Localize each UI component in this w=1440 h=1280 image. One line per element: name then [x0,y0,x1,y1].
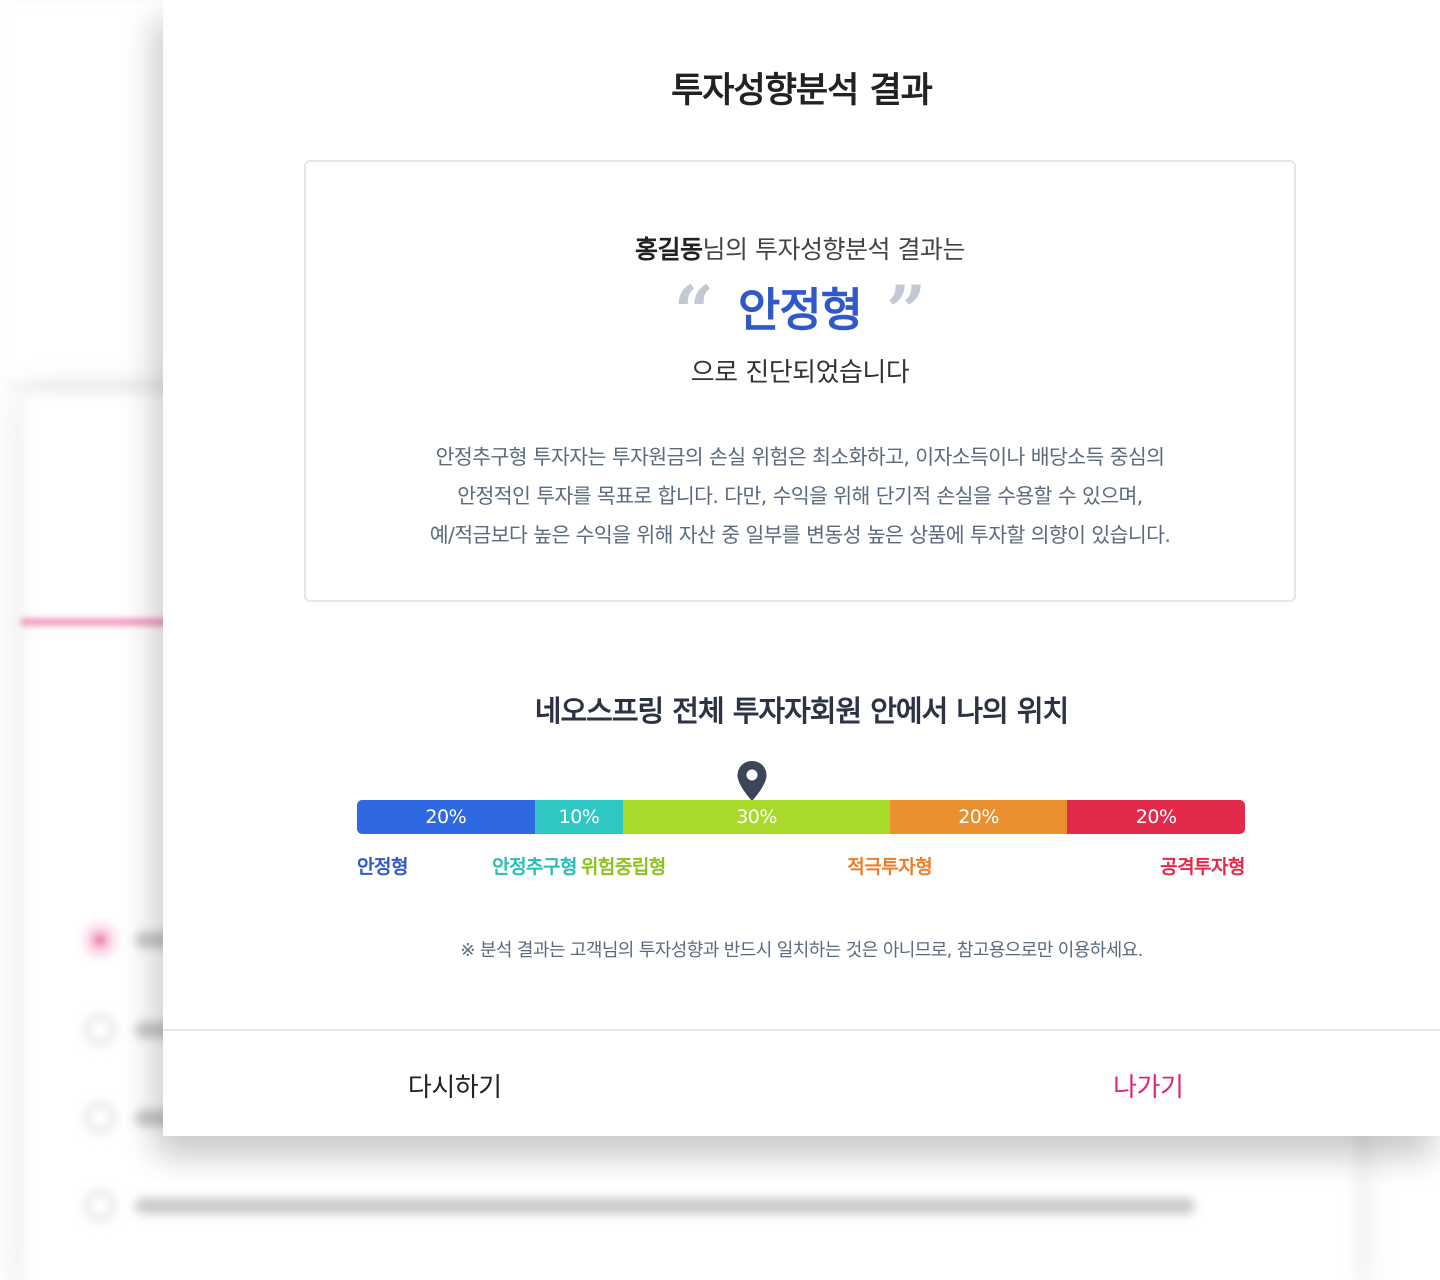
position-title: 네오스프링 전체 투자자회원 안에서 나의 위치 [534,694,1069,728]
background-progress-line [20,618,170,626]
type-label: 안정형 [357,856,408,878]
type-label: 위험중립형 [580,856,666,878]
location-pin-icon [737,761,767,801]
background-option [85,920,175,960]
diagnosis-text: 으로 진단되었습니다 [690,358,910,388]
exit-button[interactable]: 나가기 [777,1031,1440,1138]
open-quote-icon: “ [673,270,715,353]
bar-segment: 30% [623,800,890,834]
notice-text: ※ 분석 결과는 고객님의 투자성향과 반드시 일치하는 것은 아니므로, 참고… [460,940,1143,961]
bar-segment: 20% [357,800,535,834]
type-label: 적극투자형 [847,856,933,878]
description-line: 안정적인 투자를 목표로 합니다. 다만, 수익을 위해 단기적 손실을 수용할… [457,484,1143,508]
result-type: 안정형 [738,283,863,337]
description-line: 안정추구형 투자자는 투자원금의 손실 위험은 최소화하고, 이자소득이나 배당… [435,445,1165,469]
result-type-row: “ 안정형 ” [306,270,1294,353]
result-intro: 홍길동님의 투자성향분석 결과는 [306,230,1294,266]
background-option [85,1098,175,1138]
distribution-bar: 20% 10% 30% 20% 20% [357,800,1245,834]
type-label: 공격투자형 [1160,856,1245,878]
background-option [85,1010,175,1050]
radio-icon [85,1103,115,1133]
result-box: 홍길동님의 투자성향분석 결과는 “ 안정형 ” 으로 진단되었습니다 안정추구… [304,160,1296,602]
background-panel-top [0,0,170,380]
radio-icon [85,1015,115,1045]
screen: 투자성향분석 결과 홍길동님의 투자성향분석 결과는 “ 안정형 ” 으로 진단… [0,0,1440,1280]
result-description: 안정추구형 투자자는 투자원금의 손실 위험은 최소화하고, 이자소득이나 배당… [336,438,1264,555]
retry-button[interactable]: 다시하기 [163,1031,777,1138]
intro-text: 님의 투자성향분석 결과는 [702,235,966,264]
type-labels: 안정형 안정추구형 위험중립형 적극투자형 공격투자형 [357,852,1245,882]
bar-segment: 10% [534,800,624,834]
result-modal: 투자성향분석 결과 홍길동님의 투자성향분석 결과는 “ 안정형 ” 으로 진단… [163,0,1440,1136]
radio-icon [85,925,115,955]
radio-icon [85,1191,115,1221]
type-label: 안정추구형 [492,856,577,878]
modal-title: 투자성향분석 결과 [671,71,933,111]
background-option [85,1186,1195,1226]
bar-segment: 20% [1067,800,1245,834]
description-line: 예/적금보다 높은 수익을 위해 자산 중 일부를 변동성 높은 상품에 투자할… [429,523,1171,547]
close-quote-icon: ” [885,270,927,353]
bar-segment: 20% [889,800,1068,834]
modal-footer: 다시하기 나가기 [163,1029,1440,1138]
user-name: 홍길동 [635,235,703,264]
